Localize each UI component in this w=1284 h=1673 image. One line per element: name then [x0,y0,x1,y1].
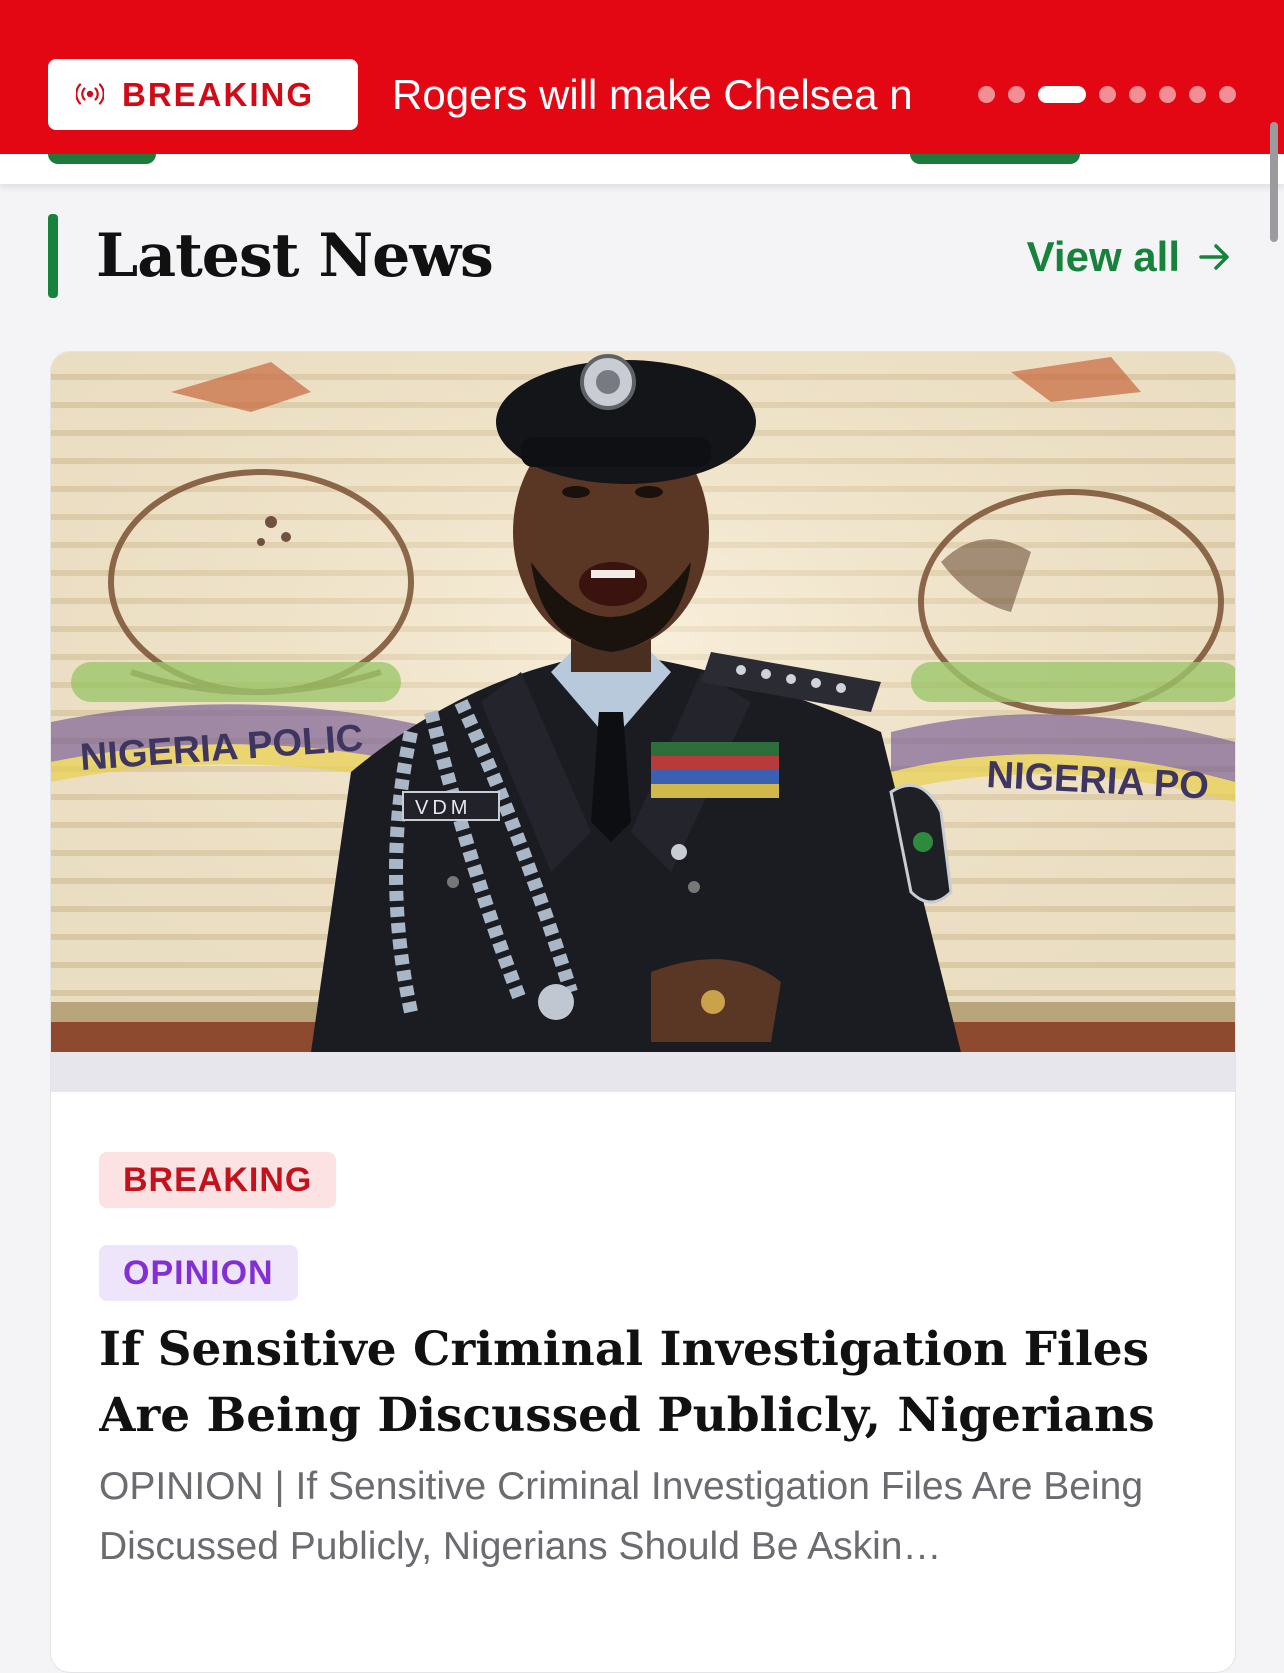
name-tag-text: VDM [415,797,471,819]
breaking-pill[interactable]: BREAKING [48,59,358,130]
ticker-pagination [978,84,1236,104]
breaking-ticker[interactable]: Rogers will make Chelsea n [392,62,944,128]
arrow-right-icon [1199,244,1229,270]
section-title: Latest News [96,221,494,291]
hidden-content-peek [0,154,1284,184]
pagination-dot[interactable] [1219,85,1236,103]
pagination-dot[interactable] [1189,85,1206,103]
pagination-dot[interactable] [1099,85,1116,103]
view-all-link[interactable]: View all [1027,222,1232,292]
article-image[interactable]: NIGERIA POLIC NIGERIA PO VDM [51,352,1235,1052]
article-headline[interactable]: If Sensitive Criminal Investigation File… [99,1317,1189,1449]
tag-breaking[interactable]: BREAKING [99,1152,337,1208]
pagination-dot[interactable] [1008,85,1025,103]
tag-opinion[interactable]: OPINION [99,1245,298,1301]
scrollbar[interactable] [1270,122,1278,242]
pagination-dot[interactable] [1129,85,1146,103]
breaking-pill-label: BREAKING [122,76,315,113]
section-accent-bar [48,214,58,298]
pagination-dot[interactable] [978,85,995,103]
ticker-headline[interactable]: Rogers will make Chelsea n [392,62,944,128]
breaking-news-bar: BREAKING Rogers will make Chelsea n [0,0,1284,154]
pagination-dot[interactable] [1159,85,1176,103]
peek-button [48,154,156,164]
broadcast-icon [76,83,104,105]
article-photo-illustration: NIGERIA POLIC NIGERIA PO VDM [51,352,1235,1052]
article-excerpt: OPINION | If Sensitive Criminal Investig… [99,1465,1144,1568]
article-card[interactable]: NIGERIA POLIC NIGERIA PO VDM BREAKING OP… [50,351,1236,1673]
peek-button [910,154,1080,164]
image-footer-strip [51,1052,1235,1092]
view-all-label: View all [1026,233,1180,280]
pagination-dot-active[interactable] [1038,85,1086,103]
